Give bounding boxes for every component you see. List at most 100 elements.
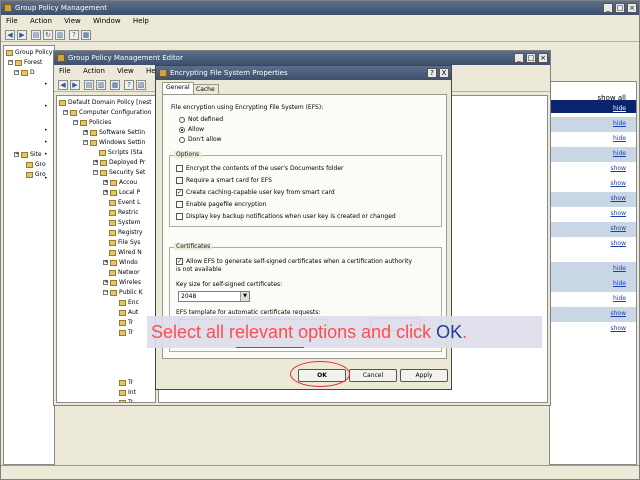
tree-item-forest[interactable]: − Forest [8, 58, 42, 67]
checkbox-encrypt-documents[interactable]: Encrypt the contents of the user's Docum… [176, 164, 344, 173]
checkbox[interactable] [176, 177, 183, 184]
tree-item-bullet[interactable]: • [44, 80, 48, 89]
hide-link[interactable]: hide [613, 280, 626, 287]
tree-item-intermediate[interactable]: Int [119, 388, 136, 397]
key-size-dropdown[interactable]: 2048 ▼ [178, 291, 250, 302]
checkbox[interactable] [176, 201, 183, 208]
radio-button[interactable] [179, 126, 185, 133]
checkbox-require-smart-card[interactable]: Require a smart card for EFS [176, 176, 272, 185]
tree-item-trusted-2[interactable]: Tr [119, 328, 133, 337]
chevron-down-icon[interactable]: ▼ [240, 292, 249, 301]
checkbox-key-backup-notifications[interactable]: Display key backup notifications when us… [176, 212, 396, 221]
help-icon[interactable]: ? [124, 80, 134, 90]
gpm-menu-view[interactable]: View [59, 15, 86, 27]
tree-item-bullet[interactable]: • [44, 138, 48, 147]
hide-link[interactable]: hide [613, 295, 626, 302]
gpm-minimize-button[interactable]: _ [603, 3, 613, 13]
tree-item-wired[interactable]: Wired N [109, 248, 142, 257]
apply-button[interactable]: Apply [400, 369, 448, 382]
gpme-menu-file[interactable]: File [54, 65, 76, 77]
gpme-maximize-button[interactable]: □ [526, 53, 536, 63]
hide-link[interactable]: hide [613, 150, 626, 157]
tree-item-network[interactable]: Networ [109, 268, 140, 277]
tree-item-system[interactable]: System [109, 218, 140, 227]
gpme-close-button[interactable]: × [538, 53, 548, 63]
up-icon[interactable]: ▤ [84, 80, 94, 90]
hide-link[interactable]: hide [613, 135, 626, 142]
gpm-menu-file[interactable]: File [1, 15, 23, 27]
checkbox-caching-capable-key[interactable]: ✓ Create caching-capable user key from sm… [176, 188, 335, 197]
show-link[interactable]: show [610, 310, 626, 317]
tree-item-scripts[interactable]: Scripts (Sta [99, 148, 143, 157]
dialog-close-button[interactable]: X [439, 68, 449, 78]
tree-item-computer-config[interactable]: − Computer Configuration [63, 108, 151, 117]
hide-link[interactable]: hide [613, 120, 626, 127]
up-icon[interactable]: ▤ [31, 30, 41, 40]
export-icon[interactable]: ▥ [55, 30, 65, 40]
dialog-help-button[interactable]: ? [427, 68, 437, 78]
checkbox[interactable] [176, 213, 183, 220]
tree-item-public-key[interactable]: − Public K [103, 288, 143, 297]
checkbox-pagefile-encryption[interactable]: Enable pagefile encryption [176, 200, 267, 209]
tree-item-security-settings[interactable]: − Security Set [93, 168, 145, 177]
forward-icon[interactable]: ▶ [70, 80, 80, 90]
tree-item-group-modeling[interactable]: Gro [26, 160, 46, 169]
gpm-menu-window[interactable]: Window [88, 15, 126, 27]
gpme-menu-view[interactable]: View [112, 65, 139, 77]
tree-item-trusted-4[interactable]: Tr [119, 398, 133, 402]
tree-item-windows-firewall[interactable]: + Windo [103, 258, 138, 267]
tree-item-bullet[interactable]: • [44, 126, 48, 135]
radio-button[interactable] [179, 116, 185, 123]
help-icon[interactable]: ? [69, 30, 79, 40]
show-link[interactable]: show [610, 240, 626, 247]
tree-item-software-settings[interactable]: + Software Settin [83, 128, 145, 137]
gpme-menu-action[interactable]: Action [78, 65, 110, 77]
properties-icon[interactable]: ▦ [81, 30, 91, 40]
tree-item-deployed-printers[interactable]: + Deployed Pr [93, 158, 145, 167]
tree-item-group-results[interactable]: Gro [26, 170, 46, 179]
checkbox-checked[interactable]: ✓ [176, 258, 183, 265]
tree-item-event-log[interactable]: Event L [109, 198, 140, 207]
tree-item-efs[interactable]: Enc [119, 298, 139, 307]
tree-item-trusted-3[interactable]: Tr [119, 378, 133, 387]
gpm-menu-help[interactable]: Help [128, 15, 154, 27]
show-link[interactable]: show [610, 210, 626, 217]
checkbox[interactable] [176, 165, 183, 172]
tab-general[interactable]: General [162, 82, 194, 94]
tree-item-trusted-1[interactable]: Tr [119, 318, 133, 327]
radio-not-defined[interactable]: Not defined [179, 115, 223, 124]
tree-item-account[interactable]: + Accou [103, 178, 137, 187]
export-icon[interactable]: ▦ [110, 80, 120, 90]
hide-link[interactable]: hide [613, 265, 626, 272]
show-link[interactable]: show [610, 195, 626, 202]
checkbox-checked[interactable]: ✓ [176, 189, 183, 196]
show-link[interactable]: show [610, 180, 626, 187]
hide-link[interactable]: hide [613, 105, 626, 112]
tree-item-auto[interactable]: Aut [119, 308, 138, 317]
tree-item-policy-root[interactable]: Default Domain Policy [nest [59, 98, 152, 107]
tree-item-policies[interactable]: − Policies [73, 118, 111, 127]
gpm-maximize-button[interactable]: □ [615, 3, 625, 13]
tree-item-domain[interactable]: − D [14, 68, 35, 77]
tree-item-group-policy[interactable]: Group Policy [6, 48, 52, 57]
gpm-menu-action[interactable]: Action [25, 15, 57, 27]
cancel-button[interactable]: Cancel [349, 369, 397, 382]
tree-item-file-system[interactable]: File Sys [109, 238, 140, 247]
radio-button[interactable] [179, 136, 185, 143]
refresh-icon[interactable]: ↻ [43, 30, 53, 40]
forward-icon[interactable]: ▶ [17, 30, 27, 40]
tree-item-registry[interactable]: Registry [109, 228, 143, 237]
back-icon[interactable]: ◀ [58, 80, 68, 90]
show-link[interactable]: show [610, 165, 626, 172]
back-icon[interactable]: ◀ [5, 30, 15, 40]
tree-item-wireless[interactable]: + Wireles [103, 278, 141, 287]
radio-dont-allow[interactable]: Don't allow [179, 135, 222, 144]
tree-item-bullet[interactable]: • [44, 102, 48, 111]
tree-item-windows-settings[interactable]: − Windows Settin [83, 138, 145, 147]
show-link[interactable]: show [610, 225, 626, 232]
properties-icon[interactable]: ▧ [136, 80, 146, 90]
show-hide-tree-icon[interactable]: ▥ [96, 80, 106, 90]
gpme-minimize-button[interactable]: _ [514, 53, 524, 63]
tree-item-sites[interactable]: + Site [14, 150, 42, 159]
checkbox-self-signed-certs[interactable]: ✓ Allow EFS to generate self-signed cert… [176, 258, 416, 274]
